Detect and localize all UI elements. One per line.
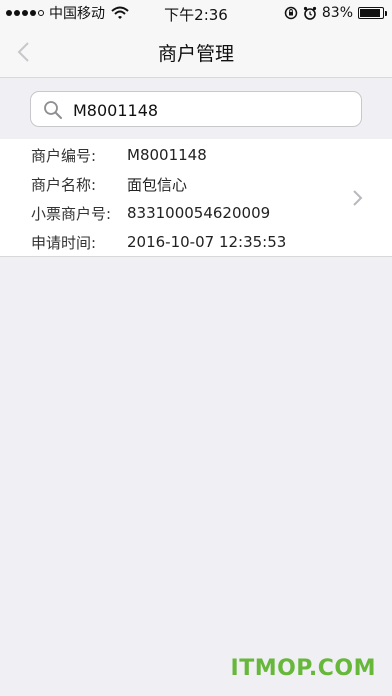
battery-percent: 83% — [321, 5, 353, 21]
chevron-right-icon — [353, 190, 363, 206]
merchant-name-row: 商户名称: 面包信心 — [31, 173, 187, 195]
battery-icon — [358, 7, 387, 19]
application-time-label: 申请时间: — [31, 233, 97, 252]
merchant-name-value: 面包信心 — [127, 175, 188, 194]
status-right: 83% — [284, 4, 387, 22]
receipt-merchant-number-row: 小票商户号: 833100054620009 — [31, 202, 270, 224]
search-input[interactable] — [73, 97, 353, 123]
merchant-management-screen: 中国移动 下午2:36 83% 商户管理 M8001148 商户编号: M800… — [0, 0, 392, 696]
status-bar: 中国移动 下午2:36 83% — [0, 0, 392, 26]
search-icon — [44, 101, 62, 119]
merchant-list-item[interactable]: 商户编号: M8001148 商户名称: 面包信心 小票商户号: 8331000… — [0, 139, 392, 257]
merchant-id-label: 商户编号: — [31, 146, 97, 165]
search-box[interactable] — [30, 91, 362, 127]
receipt-merchant-number-value: 833100054620009 — [127, 204, 271, 222]
application-time-row: 申请时间: 2016-10-07 12:35:53 — [31, 231, 286, 253]
battery-fill — [360, 9, 380, 17]
merchant-id-row: 商户编号: M8001148 — [31, 144, 207, 166]
navigation-bar: 商户管理 — [0, 26, 392, 78]
receipt-merchant-number-label: 小票商户号: — [31, 204, 112, 223]
watermark: ITMOP.COM — [230, 656, 376, 681]
orientation-lock-icon — [284, 6, 298, 20]
page-title: 商户管理 — [157, 43, 234, 65]
application-time-value: 2016-10-07 12:35:53 — [127, 233, 287, 251]
alarm-icon — [303, 6, 316, 20]
merchant-id-value: M8001148 — [127, 146, 207, 164]
merchant-name-label: 商户名称: — [31, 175, 97, 194]
